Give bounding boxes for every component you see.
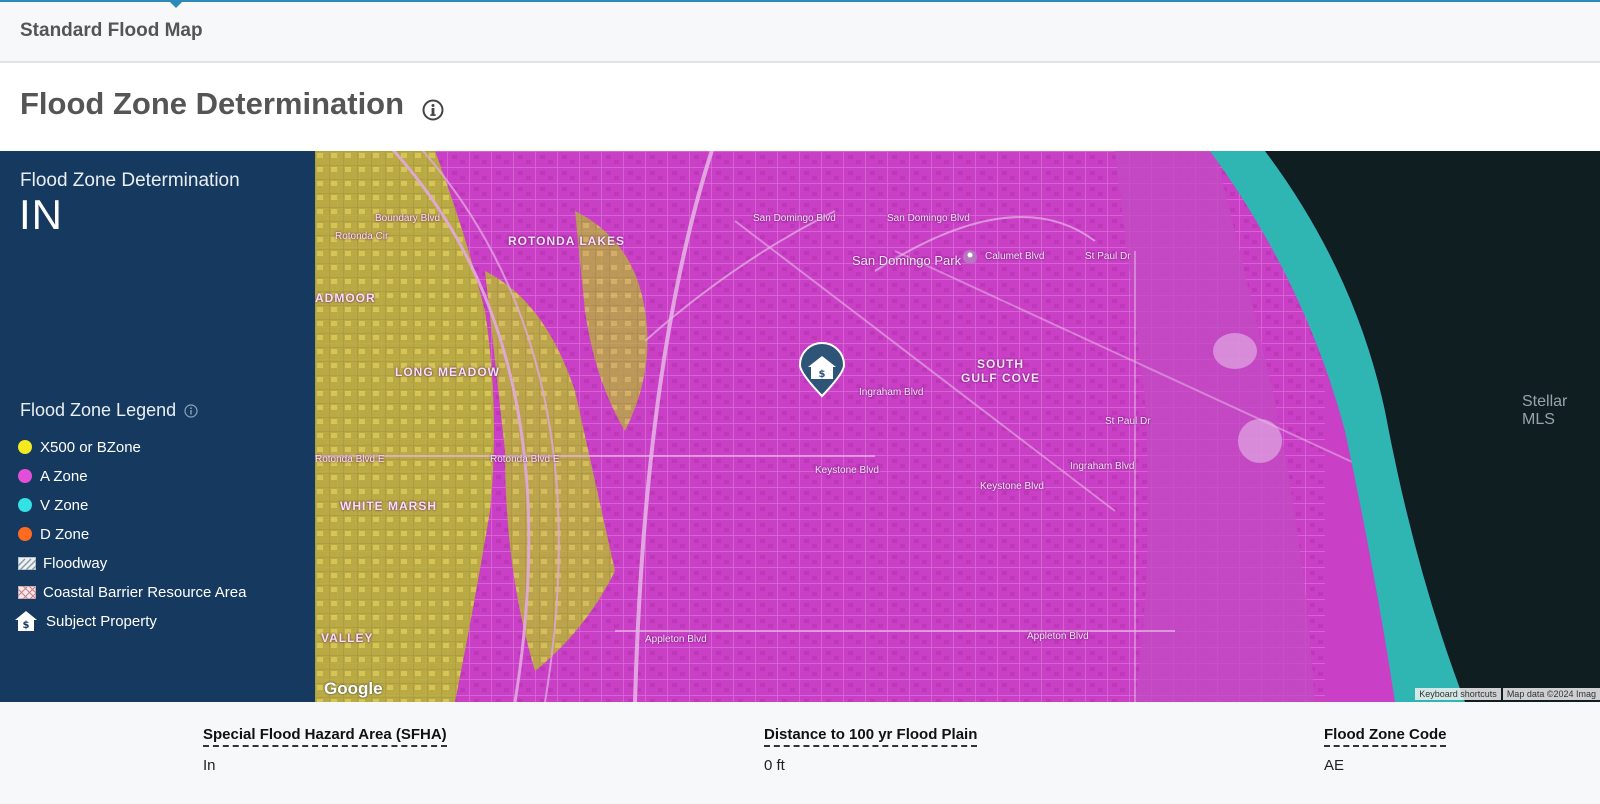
orange-dot-icon (18, 527, 32, 541)
map-label: GULF COVE (961, 371, 1041, 385)
google-logo: Google (324, 679, 383, 698)
top-accent-line (0, 0, 1600, 2)
map-label: Ingraham Blvd (859, 387, 924, 398)
map-label: St Paul Dr (1085, 251, 1131, 262)
map-data-credit[interactable]: Map data ©2024 Imag (1502, 688, 1600, 700)
legend-item-v-zone: V Zone (18, 494, 88, 516)
map-label: SOUTH (977, 357, 1024, 371)
map-label: Appleton Blvd (645, 634, 707, 645)
cyan-dot-icon (18, 498, 32, 512)
page-title: Flood Zone Determination (20, 86, 405, 121)
map-label: VALLEY (321, 631, 374, 645)
metric-value: 0 ft (764, 757, 785, 774)
map-label: Ingraham Blvd (1070, 461, 1135, 472)
metric-label[interactable]: Flood Zone Code (1324, 726, 1447, 747)
watermark: Stellar MLS (1522, 393, 1568, 428)
map-label: LONG MEADOW (395, 365, 500, 379)
legend-label: X500 or BZone (40, 438, 141, 456)
map-label: Appleton Blvd (1027, 631, 1089, 642)
map-label: WHITE MARSH (340, 499, 437, 513)
legend-item-a-zone: A Zone (18, 465, 88, 487)
map-label: Keystone Blvd (980, 481, 1044, 492)
legend-item-subject-property: $ Subject Property (14, 610, 157, 632)
legend-info-icon[interactable] (184, 404, 198, 418)
svg-text:$: $ (819, 369, 826, 380)
keyboard-shortcuts-link[interactable]: Keyboard shortcuts (1415, 688, 1501, 700)
map-label: Rotonda Cir (335, 231, 389, 242)
legend-label: Subject Property (46, 612, 157, 630)
legend-label: V Zone (40, 496, 89, 514)
legend-label: D Zone (40, 525, 90, 543)
tab-standard-flood-map[interactable]: Standard Flood Map (20, 20, 203, 42)
map-label: Rotonda Blvd E (315, 454, 385, 465)
legend-item-x500: X500 or BZone (18, 436, 141, 458)
metric-distance: Distance to 100 yr Flood Plain 0 ft (764, 726, 978, 774)
yellow-dot-icon (18, 440, 32, 454)
metric-label[interactable]: Special Flood Hazard Area (SFHA) (203, 726, 447, 747)
metric-value: AE (1324, 757, 1345, 774)
map-label: St Paul Dr (1105, 416, 1151, 427)
map-attribution: Keyboard shortcuts Map data ©2024 Imag (1413, 688, 1600, 700)
flood-map[interactable]: $ ROTONDA LAKES ADMOOR LONG MEADOW WHITE… (315, 151, 1600, 702)
active-tab-indicator (170, 2, 182, 8)
legend-title: Flood Zone Legend (20, 400, 177, 420)
map-label: ROTONDA LAKES (508, 234, 626, 248)
metric-label[interactable]: Distance to 100 yr Flood Plain (764, 726, 978, 747)
determination-panel: Flood Zone Determination IN Flood Zone L… (0, 151, 315, 702)
hatch-icon (18, 556, 36, 570)
map-label: San Domingo Park (852, 253, 962, 268)
map-label: San Domingo Blvd (753, 213, 836, 224)
house-dollar-icon: $ (15, 611, 37, 631)
map-label: Rotonda Blvd E (490, 454, 560, 465)
metric-sfha: Special Flood Hazard Area (SFHA) In (203, 726, 447, 774)
crosshatch-icon (18, 585, 36, 599)
determination-value: IN (19, 191, 63, 238)
legend-label: A Zone (40, 467, 88, 485)
magenta-dot-icon (18, 469, 32, 483)
info-icon[interactable] (422, 99, 444, 121)
map-label: ADMOOR (315, 291, 376, 305)
legend-label: Coastal Barrier Resource Area (43, 583, 247, 601)
map-label: Calumet Blvd (985, 251, 1045, 262)
park-marker-icon (963, 250, 977, 264)
metric-value: In (203, 757, 216, 774)
legend-item-coastal-barrier: Coastal Barrier Resource Area (18, 581, 246, 603)
legend-item-d-zone: D Zone (18, 523, 89, 545)
map-label: San Domingo Blvd (887, 213, 970, 224)
determination-label: Flood Zone Determination (20, 170, 240, 191)
svg-text:$: $ (23, 620, 30, 631)
map-label: Keystone Blvd (815, 465, 879, 476)
map-label: Boundary Blvd (375, 213, 441, 224)
legend-item-floodway: Floodway (18, 552, 107, 574)
metric-zone-code: Flood Zone Code AE (1324, 726, 1447, 774)
legend-label: Floodway (43, 554, 108, 572)
metrics-bar: Special Flood Hazard Area (SFHA) In Dist… (0, 702, 1600, 804)
